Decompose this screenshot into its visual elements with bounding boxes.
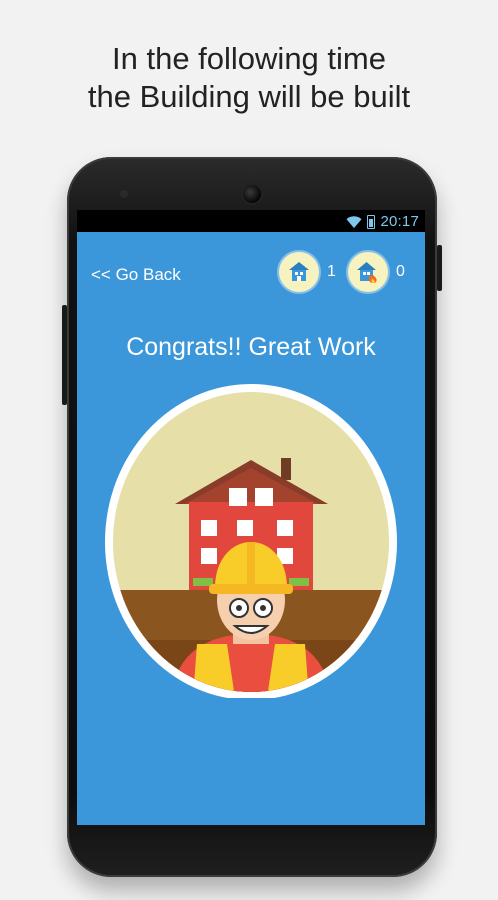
- go-back-button[interactable]: << Go Back: [91, 265, 181, 285]
- builder-and-house-illustration: [105, 384, 397, 698]
- house-badge[interactable]: [279, 252, 319, 292]
- volume-button: [62, 305, 67, 405]
- power-button: [437, 245, 442, 291]
- proximity-sensor: [120, 190, 128, 198]
- app-screen: 20:17 << Go Back 1 0 Congrats!! Great Wo…: [77, 210, 425, 825]
- battery-charging-icon: [367, 214, 376, 229]
- houses-burned-count: 0: [396, 263, 405, 280]
- promo-headline: In the following time the Building will …: [0, 40, 498, 116]
- promo-line-2: the Building will be built: [87, 79, 411, 114]
- wifi-icon: [346, 215, 362, 228]
- status-time: 20:17: [380, 213, 419, 230]
- phone-frame: 20:17 << Go Back 1 0 Congrats!! Great Wo…: [62, 157, 442, 877]
- houses-burned-counter: 0: [348, 252, 405, 292]
- status-icons: 20:17: [346, 213, 419, 230]
- house-fire-badge[interactable]: [348, 252, 388, 292]
- app-header: << Go Back 1 0: [77, 252, 425, 296]
- house-fire-icon: [357, 262, 377, 283]
- front-camera: [243, 185, 261, 203]
- congrats-message: Congrats!! Great Work: [126, 333, 376, 361]
- house-icon: [289, 262, 309, 281]
- status-bar: 20:17: [77, 210, 425, 232]
- promo-line-1: In the following time: [112, 41, 386, 76]
- houses-built-counter: 1: [279, 252, 336, 292]
- houses-built-count: 1: [327, 263, 336, 280]
